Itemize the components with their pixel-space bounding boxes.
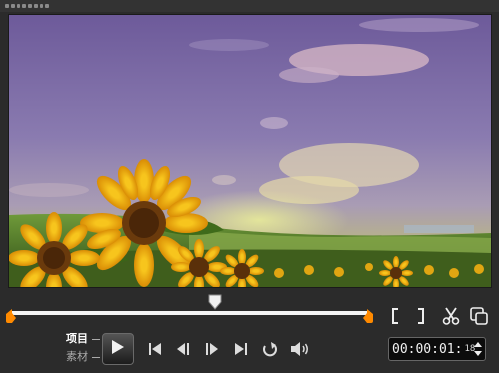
trim-start-marker[interactable] [6, 308, 16, 323]
trim-end-marker[interactable] [363, 308, 373, 323]
go-to-end-icon[interactable] [230, 339, 252, 359]
mark-in-bracket-icon[interactable] [384, 305, 406, 327]
next-frame-icon[interactable] [201, 339, 223, 359]
enlarge-window-icon[interactable] [468, 305, 490, 327]
title-bar [0, 0, 499, 12]
timecode-spinner[interactable] [473, 340, 483, 358]
playhead-handle[interactable] [208, 294, 222, 310]
repeat-icon[interactable] [259, 339, 281, 359]
preview-mode-selector: 项目 素材 [66, 330, 106, 366]
mode-connector [92, 357, 100, 358]
spin-up-icon [474, 342, 482, 347]
scrub-track[interactable] [10, 311, 370, 315]
mode-connector [92, 339, 100, 340]
previous-frame-icon[interactable] [172, 339, 194, 359]
go-to-start-icon[interactable] [144, 339, 166, 359]
timeline-scrubber[interactable] [6, 292, 374, 330]
volume-icon[interactable] [289, 339, 311, 359]
sunflower-field-image [9, 15, 491, 287]
timecode-field[interactable]: 00:00:01: 18 [388, 337, 486, 361]
timecode-main: 00:00:01: [392, 341, 463, 357]
scissors-icon[interactable] [440, 305, 462, 327]
drag-grip-icon[interactable] [5, 4, 49, 8]
spin-down-icon [474, 351, 482, 356]
mode-clip-option[interactable]: 素材 [66, 348, 106, 366]
mark-out-bracket-icon[interactable] [410, 305, 432, 327]
preview-window [8, 14, 492, 288]
mode-project-option[interactable]: 项目 [66, 330, 106, 348]
play-icon [111, 339, 125, 359]
play-button[interactable] [102, 333, 134, 365]
